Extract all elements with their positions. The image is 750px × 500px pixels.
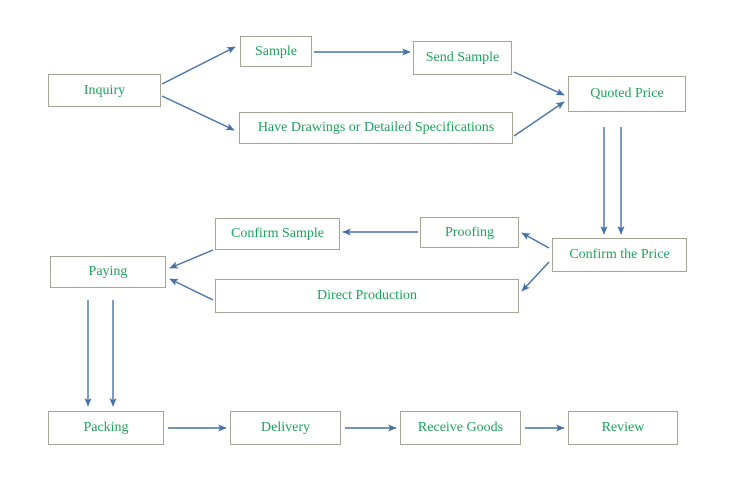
- node-label: Paying: [88, 264, 128, 280]
- edge-send-sample-to-quoted-price: [513, 71, 565, 96]
- edge-inquiry-to-sample: [161, 46, 236, 85]
- node-delivery[interactable]: Delivery: [230, 411, 341, 445]
- node-label: Confirm Sample: [231, 226, 324, 242]
- node-receive-goods[interactable]: Receive Goods: [400, 411, 521, 445]
- edge-inquiry-to-have-drawings: [161, 95, 235, 131]
- node-label: Have Drawings or Detailed Specifications: [257, 120, 495, 136]
- node-paying[interactable]: Paying: [50, 256, 166, 288]
- node-label: Receive Goods: [417, 420, 504, 436]
- node-label: Inquiry: [83, 82, 126, 98]
- node-label: Send Sample: [425, 50, 500, 66]
- node-send-sample[interactable]: Send Sample: [413, 41, 512, 75]
- node-have-drawings[interactable]: Have Drawings or Detailed Specifications: [239, 112, 513, 144]
- node-label: Sample: [255, 43, 297, 59]
- node-quoted-price[interactable]: Quoted Price: [568, 76, 686, 112]
- node-review[interactable]: Review: [568, 411, 678, 445]
- edges-group: [84, 46, 625, 432]
- edge-have-drawings-to-quoted-price: [513, 101, 565, 137]
- node-label: Review: [601, 420, 645, 436]
- edge-confirm-price-to-direct-production: [521, 261, 550, 292]
- node-label: Packing: [83, 420, 129, 436]
- node-direct-production[interactable]: Direct Production: [215, 279, 519, 313]
- node-sample[interactable]: Sample: [240, 36, 312, 67]
- node-packing[interactable]: Packing: [48, 411, 164, 445]
- node-label: Proofing: [445, 224, 494, 240]
- flowchart-canvas: Inquiry Sample Send Sample Have Drawings or…: [0, 0, 750, 500]
- node-confirm-sample[interactable]: Confirm Sample: [215, 218, 340, 250]
- node-proofing[interactable]: Proofing: [420, 217, 519, 248]
- node-label: Direct Production: [317, 288, 417, 304]
- node-label: Delivery: [261, 420, 310, 436]
- edge-confirm-sample-to-paying: [169, 249, 214, 269]
- node-confirm-price[interactable]: Confirm the Price: [552, 238, 687, 272]
- edge-confirm-price-to-proofing: [521, 232, 550, 249]
- edge-direct-production-to-paying: [169, 278, 214, 301]
- node-label: Confirm the Price: [569, 247, 670, 263]
- node-label: Quoted Price: [590, 86, 664, 102]
- node-inquiry[interactable]: Inquiry: [48, 74, 161, 107]
